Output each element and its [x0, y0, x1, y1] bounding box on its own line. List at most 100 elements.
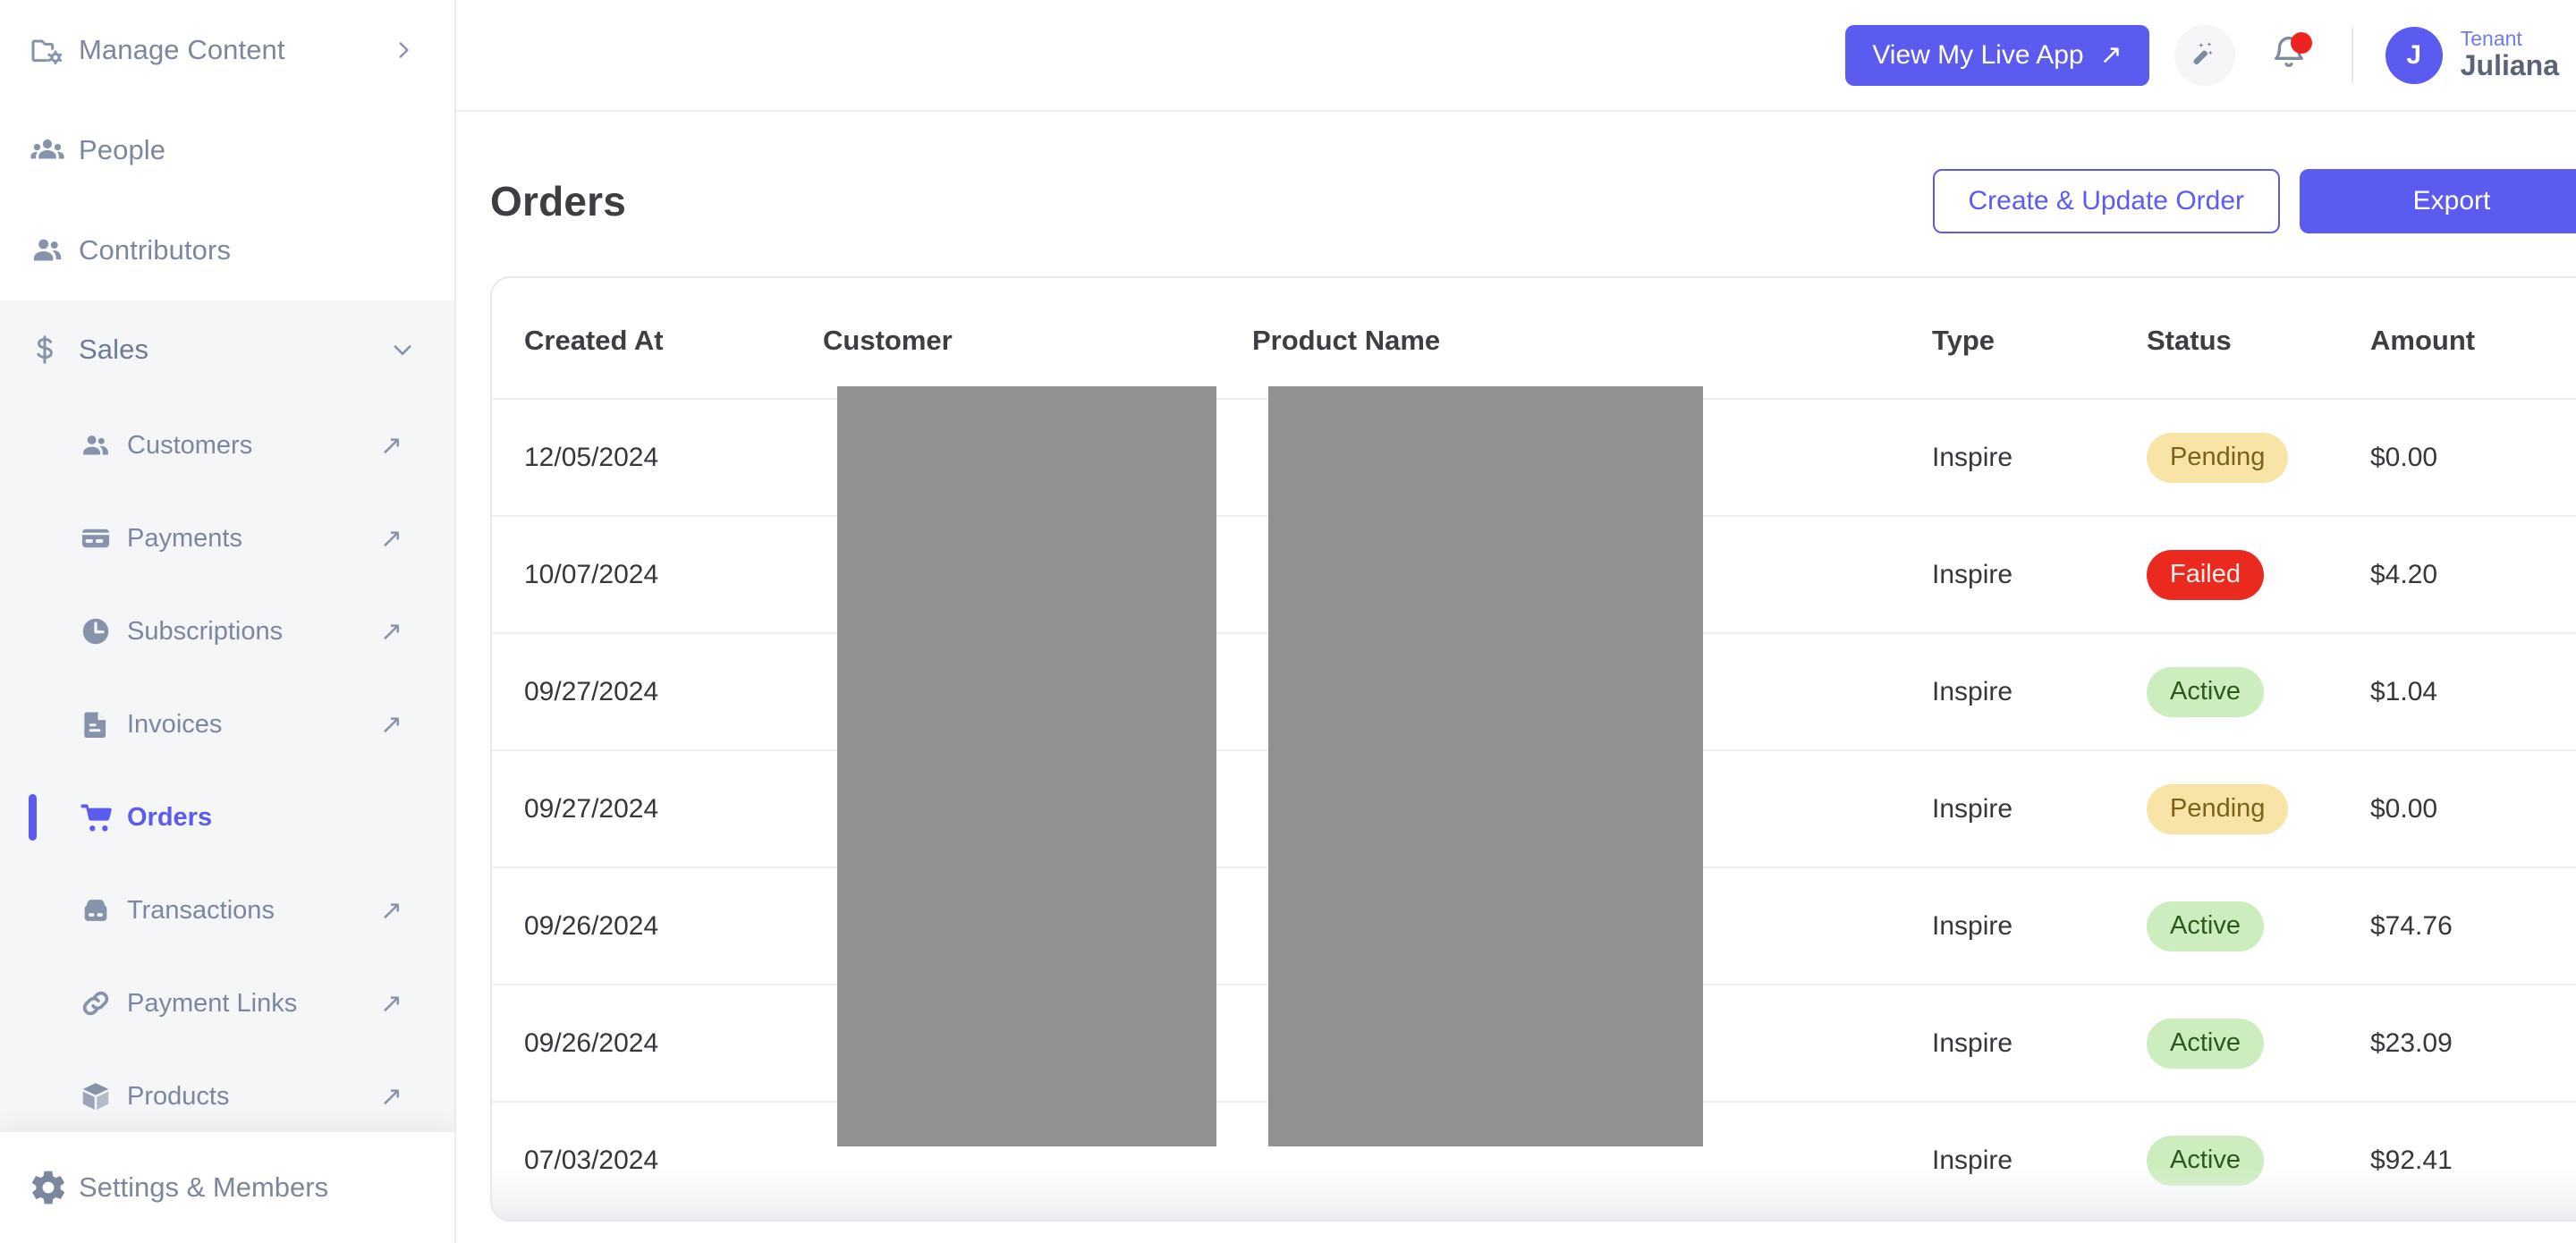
people-group-icon: [29, 131, 79, 169]
view-live-app-button[interactable]: View My Live App ↗: [1845, 24, 2149, 86]
cell-amount: $4.20: [2370, 516, 2576, 634]
column-header-type[interactable]: Type: [1932, 278, 2147, 400]
export-button[interactable]: Export: [2300, 169, 2576, 233]
sidebar-item-orders[interactable]: Orders: [0, 771, 454, 864]
sidebar-group-sales-label: Sales: [79, 334, 149, 365]
sidebar-item-subscriptions[interactable]: Subscriptions ↗: [0, 585, 454, 678]
avatar: J: [2385, 26, 2443, 84]
external-link-icon: ↗: [2099, 40, 2123, 70]
cell-product-name: [1252, 633, 1932, 751]
folder-settings-icon: [29, 32, 79, 68]
sidebar-item-invoices[interactable]: Invoices ↗: [0, 678, 454, 771]
cell-type: Inspire: [1932, 633, 2147, 751]
main-content: View My Live App ↗ J Tenant Juliana Orde…: [456, 0, 2576, 1243]
cell-product-name: [1252, 867, 1932, 985]
user-text: Tenant Juliana: [2460, 26, 2559, 83]
cell-amount: $0.00: [2370, 750, 2576, 868]
table-row[interactable]: 09/27/2024 Inspire Active $1.04: [492, 633, 2576, 751]
create-update-order-button[interactable]: Create & Update Order: [1932, 169, 2280, 233]
external-link-icon: ↗: [379, 523, 402, 554]
cell-product-name: [1252, 399, 1932, 517]
sidebar-item-transactions[interactable]: Transactions ↗: [0, 864, 454, 957]
credit-card-icon: [79, 521, 127, 555]
sidebar-item-label: Contributors: [79, 234, 232, 266]
column-header-customer[interactable]: Customer: [823, 278, 1252, 400]
sidebar-item-people[interactable]: People: [0, 100, 454, 200]
sidebar-item-label: Payment Links: [127, 988, 298, 1018]
sidebar: Manage Content People Contributors Sales…: [0, 0, 456, 1243]
cell-type: Inspire: [1932, 985, 2147, 1103]
cell-created-at: 10/07/2024: [492, 516, 823, 634]
table-row[interactable]: 09/26/2024 Inspire Active $23.09: [492, 985, 2576, 1103]
sidebar-item-label: Products: [127, 1081, 230, 1111]
sidebar-top-nav: Manage Content People Contributors: [0, 0, 454, 300]
status-badge: Pending: [2147, 432, 2289, 483]
cell-status: Active: [2147, 867, 2370, 985]
external-link-icon: ↗: [379, 430, 402, 461]
status-badge: Active: [2147, 1018, 2264, 1069]
table-row[interactable]: 12/05/2024 Inspire Pending $0.00: [492, 399, 2576, 517]
cell-product-name: [1252, 750, 1932, 868]
sidebar-item-customers[interactable]: Customers ↗: [0, 399, 454, 492]
orders-table-card: Created At Customer Product Name Type St…: [490, 276, 2576, 1222]
status-badge: Pending: [2147, 783, 2289, 834]
cell-customer: [823, 985, 1252, 1103]
cell-status: Active: [2147, 633, 2370, 751]
column-header-product-name[interactable]: Product Name: [1252, 278, 1932, 400]
table-row[interactable]: 07/03/2024 Inspire Active $92.41: [492, 1102, 2576, 1220]
sidebar-item-label: Subscriptions: [127, 616, 284, 646]
sidebar-item-manage-content[interactable]: Manage Content: [0, 0, 454, 100]
cell-type: Inspire: [1932, 516, 2147, 634]
cell-amount: $74.76: [2370, 867, 2576, 985]
tenant-label: Tenant: [2460, 26, 2522, 50]
external-link-icon: ↗: [379, 1081, 402, 1112]
sidebar-item-payment-links[interactable]: Payment Links ↗: [0, 957, 454, 1050]
cell-status: Pending: [2147, 750, 2370, 868]
column-header-amount[interactable]: Amount: [2370, 278, 2576, 400]
chevron-down-icon[interactable]: [390, 337, 415, 362]
table-row[interactable]: 09/26/2024 Inspire Active $74.76: [492, 867, 2576, 985]
sidebar-item-payments[interactable]: Payments ↗: [0, 492, 454, 585]
cell-created-at: 09/26/2024: [492, 867, 823, 985]
topbar-divider: [2351, 27, 2353, 83]
sidebar-item-settings-members[interactable]: Settings & Members: [0, 1130, 454, 1243]
page-actions: Create & Update Order Export: [1932, 169, 2576, 233]
sidebar-item-products[interactable]: Products ↗: [0, 1050, 454, 1143]
status-badge: Active: [2147, 901, 2264, 951]
table-row[interactable]: 10/07/2024 Inspire Failed $4.20: [492, 516, 2576, 634]
topbar: View My Live App ↗ J Tenant Juliana: [456, 0, 2576, 112]
user-name: Juliana: [2460, 49, 2559, 82]
notification-badge-dot: [2290, 31, 2312, 54]
sidebar-group-sales-header[interactable]: Sales: [0, 300, 454, 399]
chevron-right-icon: [392, 38, 415, 62]
orders-table-body: 12/05/2024 Inspire Pending $0.00 10/07/2024 I…: [492, 399, 2576, 1220]
orders-table-head: Created At Customer Product Name Type St…: [492, 278, 2576, 400]
cell-created-at: 12/05/2024: [492, 399, 823, 517]
link-icon: [79, 986, 127, 1020]
gear-icon: [29, 1168, 79, 1207]
sidebar-item-contributors[interactable]: Contributors: [0, 200, 454, 300]
box-icon: [79, 1079, 127, 1113]
table-row[interactable]: 09/27/2024 Inspire Pending $0.00: [492, 750, 2576, 868]
notifications-button[interactable]: [2258, 25, 2319, 86]
column-header-status[interactable]: Status: [2147, 278, 2370, 400]
briefcase-icon: [79, 893, 127, 927]
app-root: Manage Content People Contributors Sales…: [0, 0, 2576, 1243]
cell-status: Active: [2147, 985, 2370, 1103]
sidebar-item-label: Payments: [127, 523, 242, 553]
cell-amount: $0.00: [2370, 399, 2576, 517]
column-header-created-at[interactable]: Created At: [492, 278, 823, 400]
sidebar-item-label: Transactions: [127, 895, 275, 925]
cell-customer: [823, 399, 1252, 517]
cell-customer: [823, 1102, 1252, 1220]
sidebar-item-label: People: [79, 134, 166, 165]
user-menu[interactable]: J Tenant Juliana: [2385, 26, 2576, 84]
magic-wand-button[interactable]: [2174, 24, 2235, 86]
cell-amount: $1.04: [2370, 633, 2576, 751]
magic-wand-icon: [2189, 37, 2221, 73]
page-header: Orders Create & Update Order Export: [456, 112, 2576, 233]
cell-status: Failed: [2147, 516, 2370, 634]
cell-created-at: 09/26/2024: [492, 985, 823, 1103]
sidebar-item-label: Customers: [127, 430, 253, 460]
active-indicator-bar: [29, 794, 37, 841]
